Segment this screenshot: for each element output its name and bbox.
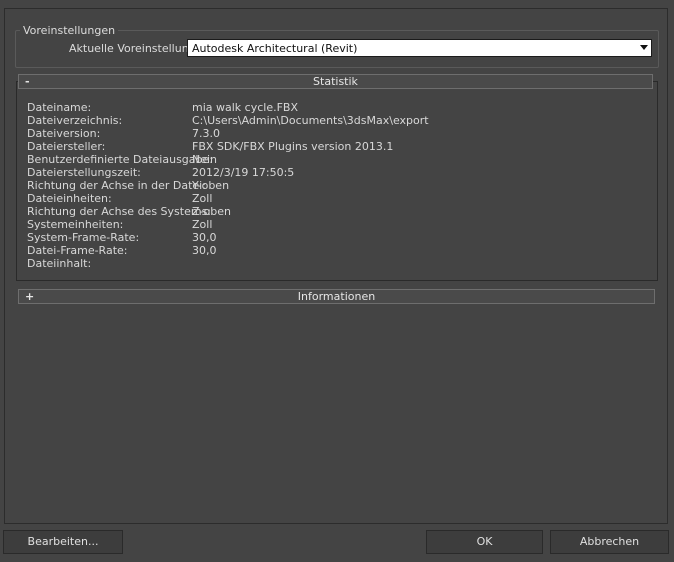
stat-key: Dateieinheiten: bbox=[27, 192, 112, 205]
stat-key: Dateiinhalt: bbox=[27, 257, 92, 270]
stat-value: Zoll bbox=[192, 192, 213, 205]
informationen-title: Informationen bbox=[297, 290, 376, 303]
ok-button[interactable]: OK bbox=[426, 530, 543, 554]
stat-value: Zoll bbox=[192, 218, 213, 231]
stat-value: mia walk cycle.FBX bbox=[192, 101, 299, 114]
stat-key: Dateierstellungszeit: bbox=[27, 166, 141, 179]
presets-group-title: Voreinstellungen bbox=[20, 24, 119, 37]
preset-dropdown-value: Autodesk Architectural (Revit) bbox=[192, 42, 358, 55]
edit-button[interactable]: Bearbeiten... bbox=[3, 530, 123, 554]
stat-value: Nein bbox=[192, 153, 218, 166]
current-preset-label: Aktuelle Voreinstellung: bbox=[69, 42, 200, 55]
stat-key: Richtung der Achse des Systems: bbox=[27, 205, 212, 218]
stat-value: FBX SDK/FBX Plugins version 2013.1 bbox=[192, 140, 394, 153]
stat-key: Dateiversion: bbox=[27, 127, 101, 140]
stat-value: 7.3.0 bbox=[192, 127, 220, 140]
stat-key: Richtung der Achse in der Datei: bbox=[27, 179, 206, 192]
chevron-down-icon[interactable] bbox=[640, 45, 648, 50]
stat-key: Dateiname: bbox=[27, 101, 92, 114]
informationen-rollout-header[interactable]: + Informationen bbox=[18, 289, 655, 304]
stat-value: 30,0 bbox=[192, 231, 217, 244]
cancel-button[interactable]: Abbrechen bbox=[550, 530, 669, 554]
stat-value: 2012/3/19 17:50:5 bbox=[192, 166, 295, 179]
stat-value: 30,0 bbox=[192, 244, 217, 257]
stat-value: Y-oben bbox=[192, 179, 230, 192]
stat-value: C:\Users\Admin\Documents\3dsMax\export bbox=[192, 114, 429, 127]
stat-value: Z-oben bbox=[192, 205, 231, 218]
stat-key: Dateiverzeichnis: bbox=[27, 114, 123, 127]
stat-key: Datei-Frame-Rate: bbox=[27, 244, 128, 257]
stat-key: Systemeinheiten: bbox=[27, 218, 124, 231]
statistik-title: Statistik bbox=[313, 75, 358, 88]
stat-key: Benutzerdefinierte Dateiausgabe: bbox=[27, 153, 213, 166]
stat-key: Dateiersteller: bbox=[27, 140, 106, 153]
statistik-rollout-header[interactable]: - Statistik bbox=[18, 74, 653, 89]
stat-key: System-Frame-Rate: bbox=[27, 231, 140, 244]
preset-dropdown[interactable]: Autodesk Architectural (Revit) bbox=[187, 39, 652, 57]
